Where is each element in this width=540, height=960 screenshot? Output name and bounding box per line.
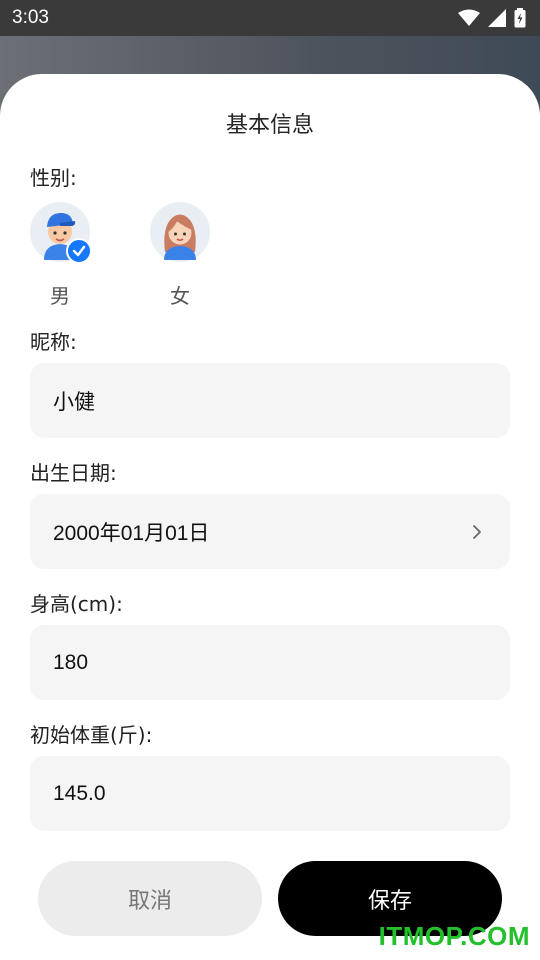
gender-option-male-label: 男 bbox=[50, 284, 70, 308]
nickname-value: 小健 bbox=[53, 390, 95, 414]
wifi-icon bbox=[458, 9, 480, 26]
sheet-title: 基本信息 bbox=[225, 113, 314, 138]
cellular-signal-icon bbox=[488, 9, 506, 27]
status-time: 3:03 bbox=[12, 7, 49, 28]
height-value: 180 bbox=[53, 650, 89, 674]
female-avatar[interactable] bbox=[150, 202, 210, 262]
chevron-right-icon bbox=[473, 524, 481, 539]
girl-avatar-icon bbox=[164, 214, 196, 260]
birthdate-label: 出生日期: bbox=[30, 461, 117, 485]
weight-field[interactable]: 145.0 bbox=[30, 756, 510, 831]
selected-check-badge bbox=[66, 238, 92, 264]
nickname-label: 昵称: bbox=[30, 330, 77, 354]
birthdate-picker[interactable]: 2000年01月01日 bbox=[30, 494, 510, 569]
cancel-button[interactable]: 取消 bbox=[38, 861, 262, 936]
gender-option-female-label: 女 bbox=[170, 284, 190, 308]
height-field[interactable]: 180 bbox=[30, 625, 510, 700]
battery-icon bbox=[514, 8, 526, 28]
weight-value: 145.0 bbox=[53, 781, 106, 805]
birthdate-value: 2000年01月01日 bbox=[53, 521, 210, 545]
gender-option-female[interactable]: 女 bbox=[150, 202, 210, 309]
basic-info-sheet: 基本信息 性别: 男 女 昵称: 小健 出生日期: 2000年01月01日 身高… bbox=[0, 74, 540, 960]
status-bar: 3:03 bbox=[0, 0, 540, 36]
gender-option-male[interactable]: 男 bbox=[30, 202, 92, 309]
weight-label: 初始体重(斤): bbox=[30, 723, 153, 747]
nickname-field[interactable]: 小健 bbox=[30, 363, 510, 438]
status-icons bbox=[458, 8, 526, 28]
male-avatar[interactable] bbox=[30, 202, 92, 264]
gender-label: 性别: bbox=[30, 166, 77, 190]
watermark: ITMOP.COM bbox=[378, 921, 530, 951]
check-icon bbox=[72, 245, 86, 257]
height-label: 身高(cm): bbox=[30, 592, 123, 616]
